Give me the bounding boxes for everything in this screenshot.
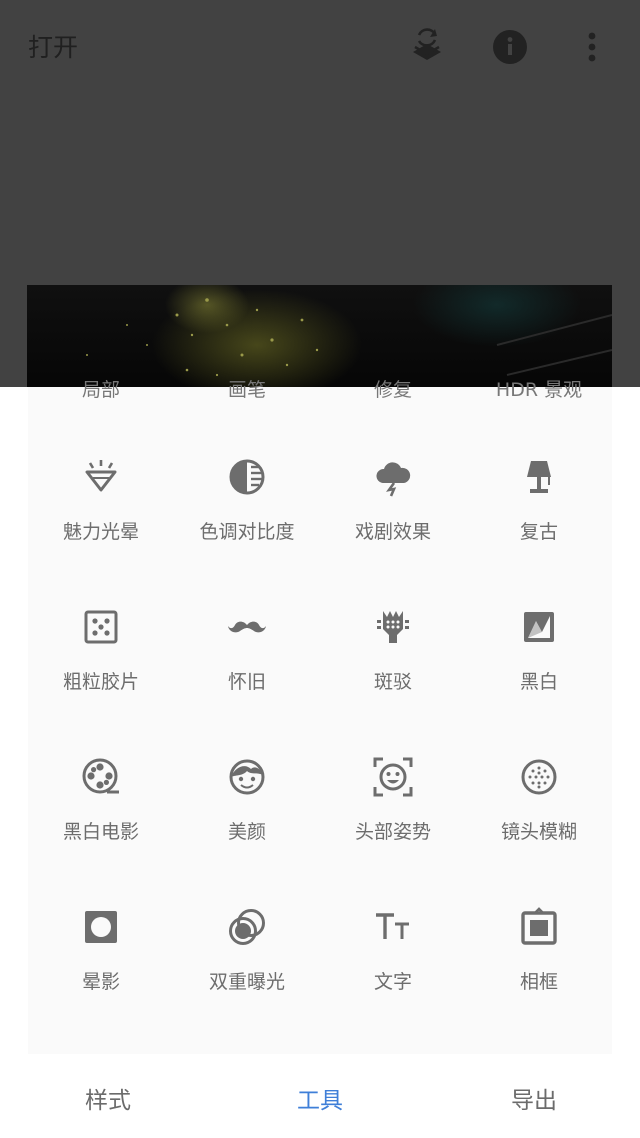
glamour-glow-icon [85, 460, 117, 492]
tools-sheet: 局部 画笔 修复 HDR 景观 魅力光晕 色调对比度 戏剧效果 复古 粗粒胶片 … [0, 379, 640, 1138]
tool-label: 晕影 [81, 971, 120, 993]
head-pose-icon [373, 757, 413, 797]
photo-preview [27, 285, 612, 387]
tool-label: 相框 [519, 971, 558, 993]
vignette-icon [85, 911, 117, 943]
tools-panel: 局部 画笔 修复 HDR 景观 魅力光晕 色调对比度 戏剧效果 复古 粗粒胶片 … [28, 379, 612, 1054]
tool-vintage[interactable]: 复古 [466, 387, 612, 543]
grainy-film-icon [84, 610, 118, 644]
drama-cloud-icon [376, 462, 411, 497]
tool-label: 双重曝光 [208, 971, 285, 993]
tool-grainy-film[interactable]: 粗粒胶片 [28, 537, 174, 693]
tab-export[interactable]: 导出 [454, 1081, 614, 1115]
black-white-icon [524, 612, 554, 642]
tool-tonal-contrast[interactable]: 色调对比度 [174, 387, 320, 543]
layers-revert-icon[interactable] [407, 26, 447, 66]
tool-noir[interactable]: 黑白电影 [28, 687, 174, 843]
more-vert-icon[interactable] [572, 26, 612, 66]
mustache-icon [228, 621, 266, 633]
tool-black-white[interactable]: 黑白 [466, 537, 612, 693]
tool-grunge[interactable]: 斑驳 [320, 537, 466, 693]
tonal-contrast-icon [229, 459, 265, 495]
top-app-bar: 打开 [0, 0, 640, 96]
tool-glamour-glow[interactable]: 魅力光晕 [28, 387, 174, 543]
grunge-icon [377, 611, 409, 643]
text-icon [376, 913, 409, 939]
tool-head-pose[interactable]: 头部姿势 [320, 687, 466, 843]
tool-drama[interactable]: 戏剧效果 [320, 387, 466, 543]
tool-lens-blur[interactable]: 镜头模糊 [466, 687, 612, 843]
tool-text[interactable]: 文字 [320, 837, 466, 993]
tab-tools[interactable]: 工具 [240, 1081, 400, 1115]
bottom-navigation: 样式 工具 导出 [28, 1057, 612, 1138]
tool-face-enhance[interactable]: 美颜 [174, 687, 320, 843]
tab-looks[interactable]: 样式 [28, 1081, 188, 1115]
tool-label: 文字 [373, 971, 412, 993]
double-exposure-icon [229, 909, 265, 945]
tool-vignette[interactable]: 晕影 [28, 837, 174, 993]
tool-frames[interactable]: 相框 [466, 837, 612, 993]
face-icon [229, 759, 265, 795]
info-icon[interactable] [490, 26, 530, 66]
tool-retrolux[interactable]: 怀旧 [174, 537, 320, 693]
frame-icon [521, 907, 557, 945]
tool-double-exposure[interactable]: 双重曝光 [174, 837, 320, 993]
vintage-lamp-icon [527, 461, 551, 493]
lens-blur-icon [521, 759, 557, 795]
film-reel-icon [82, 758, 119, 794]
open-button[interactable]: 打开 [28, 28, 78, 64]
